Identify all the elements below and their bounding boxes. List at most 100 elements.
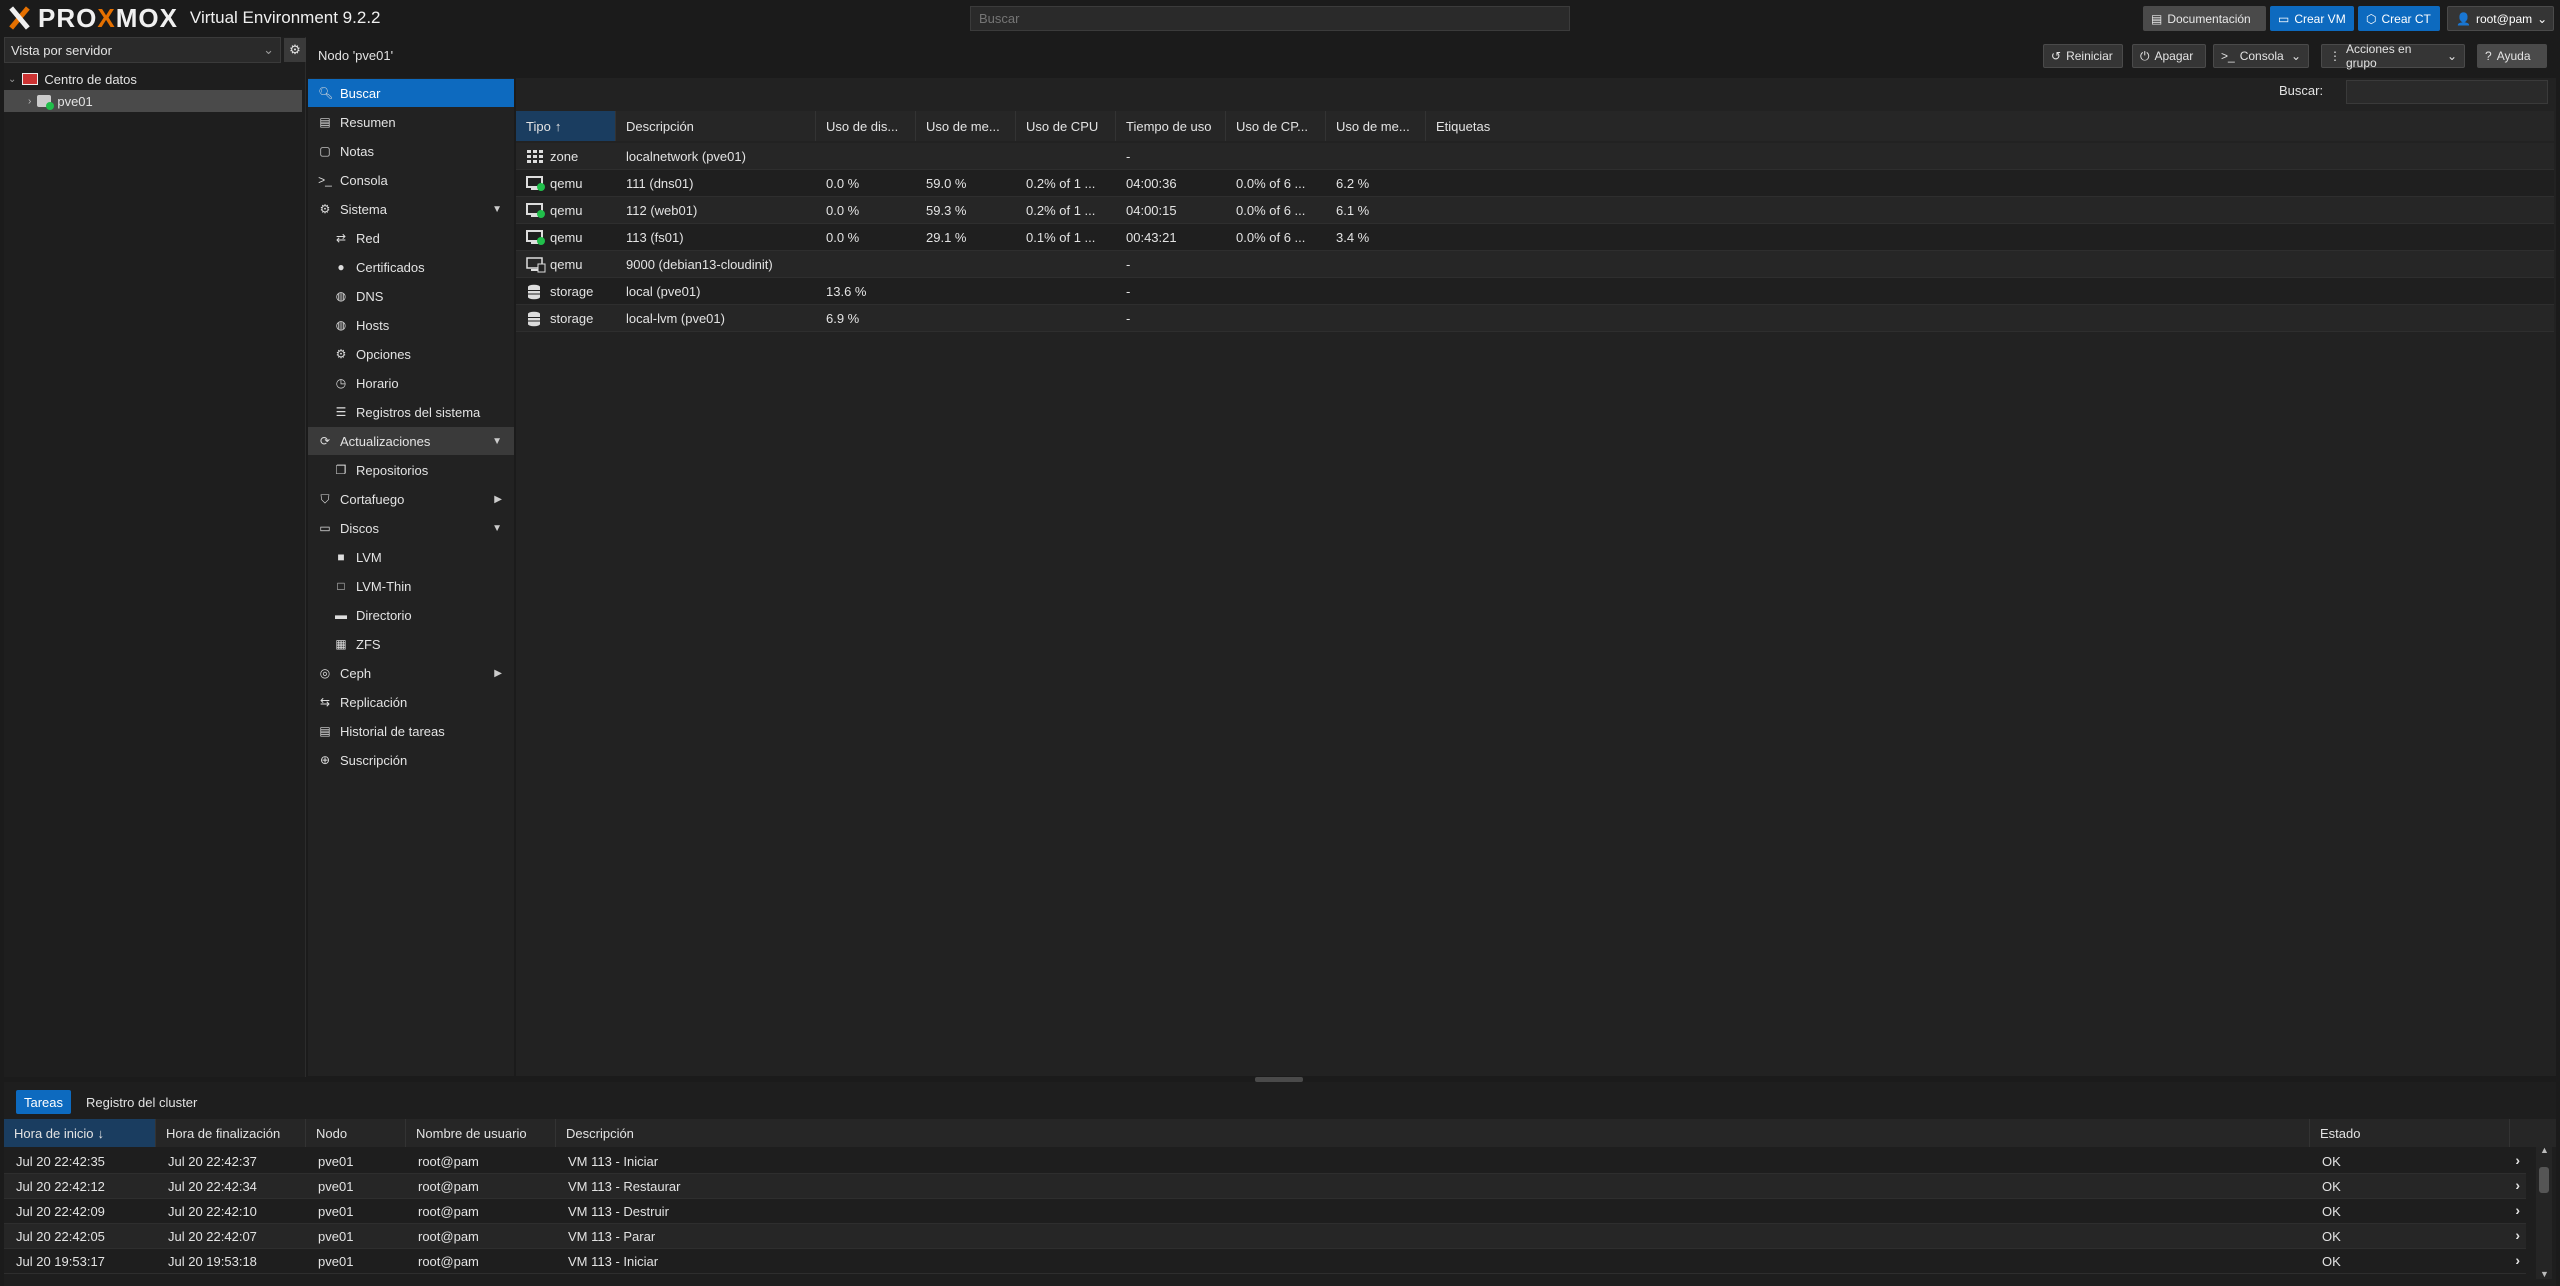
menu-item-zfs[interactable]: ▦ ZFS bbox=[308, 630, 514, 658]
bulk-actions-button[interactable]: ⋮ Acciones en grupo ⌄ bbox=[2321, 42, 2465, 70]
menu-item-time[interactable]: ◷ Horario bbox=[308, 369, 514, 397]
reboot-button[interactable]: ↺ Reiniciar bbox=[2043, 44, 2123, 68]
cell-start-time: Jul 20 22:42:09 bbox=[16, 1204, 105, 1219]
menu-item-lvm-thin[interactable]: □ LVM-Thin bbox=[308, 572, 514, 600]
cell-disk-usage: 0.0 % bbox=[826, 230, 860, 245]
cell-tags bbox=[1426, 143, 1726, 170]
column-header-disk-usage[interactable]: Uso de dis... bbox=[816, 111, 916, 141]
question-icon: ? bbox=[2485, 49, 2492, 63]
tab-cluster-log[interactable]: Registro del cluster bbox=[78, 1090, 205, 1114]
tree-datacenter[interactable]: ⌄ Centro de datos bbox=[8, 68, 306, 90]
grid-row[interactable]: qemu 113 (fs01) 0.0 % 29.1 % 0.1% of 1 ... 00… bbox=[516, 224, 2554, 251]
tree-node-pve01[interactable]: › pve01 bbox=[4, 90, 302, 112]
cell-status: OK bbox=[2322, 1204, 2341, 1219]
task-row[interactable]: Jul 20 22:42:12 Jul 20 22:42:34 pve01 root@… bbox=[4, 1174, 2526, 1199]
menu-item-hosts[interactable]: ◍ Hosts bbox=[308, 311, 514, 339]
menu-item-console[interactable]: >_ Consola bbox=[308, 166, 514, 194]
global-search-input[interactable] bbox=[970, 6, 1570, 31]
task-log-scrollbar[interactable]: ▲ ▼ bbox=[2536, 1145, 2552, 1279]
column-header-status[interactable]: Estado bbox=[2310, 1119, 2510, 1147]
cell-cpu-usage: 0.2% of 1 ... bbox=[1026, 176, 1096, 191]
column-header-username[interactable]: Nombre de usuario bbox=[406, 1119, 556, 1147]
column-header-memory-usage[interactable]: Uso de me... bbox=[916, 111, 1016, 141]
task-row[interactable]: Jul 20 22:42:05 Jul 20 22:42:07 pve01 root@… bbox=[4, 1224, 2526, 1249]
column-header-start-time[interactable]: Hora de inicio ↓ bbox=[4, 1119, 156, 1147]
task-row[interactable]: Jul 20 22:42:09 Jul 20 22:42:10 pve01 root@… bbox=[4, 1199, 2526, 1224]
menu-item-certificates[interactable]: ● Certificados bbox=[308, 253, 514, 281]
cell-end-time: Jul 20 22:42:07 bbox=[168, 1229, 257, 1244]
tab-tasks[interactable]: Tareas bbox=[16, 1090, 72, 1114]
chevron-right-icon[interactable]: › bbox=[2515, 1252, 2520, 1268]
menu-item-search[interactable]: 🔍︎ Buscar bbox=[308, 79, 514, 107]
grid-row[interactable]: storage local-lvm (pve01) 6.9 % - bbox=[516, 305, 2554, 332]
user-menu-button[interactable]: 👤 root@pam ⌄ bbox=[2447, 6, 2554, 31]
cell-memory-usage bbox=[916, 251, 1016, 278]
cell-type: qemu bbox=[550, 203, 583, 218]
menu-item-summary[interactable]: ▤ Resumen bbox=[308, 108, 514, 136]
terminal-icon: >_ bbox=[2221, 49, 2235, 63]
view-selector[interactable]: Vista por servidor ⌄ bbox=[4, 37, 281, 63]
exchange-icon: ⇄ bbox=[335, 231, 347, 245]
grid-row[interactable]: qemu 112 (web01) 0.0 % 59.3 % 0.2% of 1 ... 0… bbox=[516, 197, 2554, 224]
proxmox-logo[interactable]: PROXMOX Virtual Environment 9.2.2 bbox=[6, 3, 381, 33]
chevron-right-icon[interactable]: › bbox=[2515, 1227, 2520, 1243]
cell-host-memory bbox=[1326, 143, 1426, 170]
grid-row[interactable]: zone localnetwork (pve01) - bbox=[516, 143, 2554, 170]
menu-item-subscription[interactable]: ⊕ Suscripción bbox=[308, 746, 514, 774]
create-ct-button[interactable]: ⬡ Crear CT bbox=[2358, 6, 2440, 31]
ellipsis-vertical-icon: ⋮ bbox=[2329, 49, 2341, 63]
chevron-right-icon[interactable]: › bbox=[2515, 1177, 2520, 1193]
scrollbar-thumb[interactable] bbox=[2539, 1167, 2549, 1193]
menu-item-options[interactable]: ⚙ Opciones bbox=[308, 340, 514, 368]
chevron-right-icon[interactable]: › bbox=[2515, 1202, 2520, 1218]
column-header-task-description[interactable]: Descripción bbox=[556, 1119, 2310, 1147]
menu-item-system[interactable]: ⚙ Sistema ▼ bbox=[308, 195, 514, 223]
menu-item-updates[interactable]: ⟳ Actualizaciones ▼ bbox=[308, 427, 514, 455]
cell-end-time: Jul 20 19:53:18 bbox=[168, 1254, 257, 1269]
column-header-cpu-usage[interactable]: Uso de CPU bbox=[1016, 111, 1116, 141]
menu-item-replication[interactable]: ⇆ Replicación bbox=[308, 688, 514, 716]
tree-settings-button[interactable]: ⚙ bbox=[284, 38, 306, 62]
grid-row[interactable]: qemu 111 (dns01) 0.0 % 59.0 % 0.2% of 1 ... 0… bbox=[516, 170, 2554, 197]
cell-host-memory: 3.4 % bbox=[1336, 230, 1370, 245]
menu-item-task-history[interactable]: ▤ Historial de tareas bbox=[308, 717, 514, 745]
menu-item-dns[interactable]: ◍ DNS bbox=[308, 282, 514, 310]
book-icon: ▤ bbox=[2151, 11, 2163, 26]
chevron-right-icon[interactable]: › bbox=[2515, 1152, 2520, 1168]
cell-cpu-usage bbox=[1016, 278, 1116, 305]
menu-item-repositories[interactable]: ❐ Repositorios bbox=[308, 456, 514, 484]
menu-item-disks[interactable]: ▭ Discos ▼ bbox=[308, 514, 514, 542]
create-vm-button[interactable]: ▭ Crear VM bbox=[2270, 6, 2354, 31]
column-header-node[interactable]: Nodo bbox=[306, 1119, 406, 1147]
help-button[interactable]: ? Ayuda bbox=[2477, 44, 2547, 68]
grid-search-input[interactable] bbox=[2346, 80, 2548, 104]
menu-item-lvm[interactable]: ■ LVM bbox=[308, 543, 514, 571]
list-icon: ☰ bbox=[335, 405, 347, 419]
column-header-tags[interactable]: Etiquetas bbox=[1426, 111, 2554, 141]
task-row[interactable]: Jul 20 22:42:35 Jul 20 22:42:37 pve01 root@… bbox=[4, 1149, 2526, 1174]
documentation-button[interactable]: ▤ Documentación bbox=[2143, 6, 2266, 31]
grid-row[interactable]: qemu 9000 (debian13-cloudinit) - bbox=[516, 251, 2554, 278]
column-header-host-cpu[interactable]: Uso de CP... bbox=[1226, 111, 1326, 141]
column-header-type[interactable]: Tipo ↑ bbox=[516, 111, 616, 141]
menu-item-notes[interactable]: ▢ Notas bbox=[308, 137, 514, 165]
menu-item-network[interactable]: ⇄ Red bbox=[308, 224, 514, 252]
shutdown-button[interactable]: ⏻ Apagar bbox=[2132, 44, 2206, 68]
task-row[interactable]: Jul 20 19:53:17 Jul 20 19:53:18 pve01 root@… bbox=[4, 1249, 2526, 1274]
menu-item-syslog[interactable]: ☰ Registros del sistema bbox=[308, 398, 514, 426]
expand-toggle-icon: ⌄ bbox=[8, 73, 17, 85]
menu-item-firewall[interactable]: ⛉ Cortafuego ▶ bbox=[308, 485, 514, 513]
column-header-description[interactable]: Descripción bbox=[616, 111, 816, 141]
cell-tags bbox=[1426, 197, 1726, 224]
console-button[interactable]: >_ Consola ⌄ bbox=[2213, 44, 2309, 68]
cell-start-time: Jul 20 22:42:12 bbox=[16, 1179, 105, 1194]
menu-item-directory[interactable]: ▬ Directorio bbox=[308, 601, 514, 629]
column-header-host-memory[interactable]: Uso de me... bbox=[1326, 111, 1426, 141]
column-header-uptime[interactable]: Tiempo de uso bbox=[1116, 111, 1226, 141]
cell-tags bbox=[1426, 170, 1726, 197]
cell-uptime: - bbox=[1126, 284, 1131, 299]
menu-item-ceph[interactable]: ◎ Ceph ▶ bbox=[308, 659, 514, 687]
grid-row[interactable]: storage local (pve01) 13.6 % - bbox=[516, 278, 2554, 305]
cell-end-time: Jul 20 22:42:34 bbox=[168, 1179, 257, 1194]
column-header-end-time[interactable]: Hora de finalización bbox=[156, 1119, 306, 1147]
